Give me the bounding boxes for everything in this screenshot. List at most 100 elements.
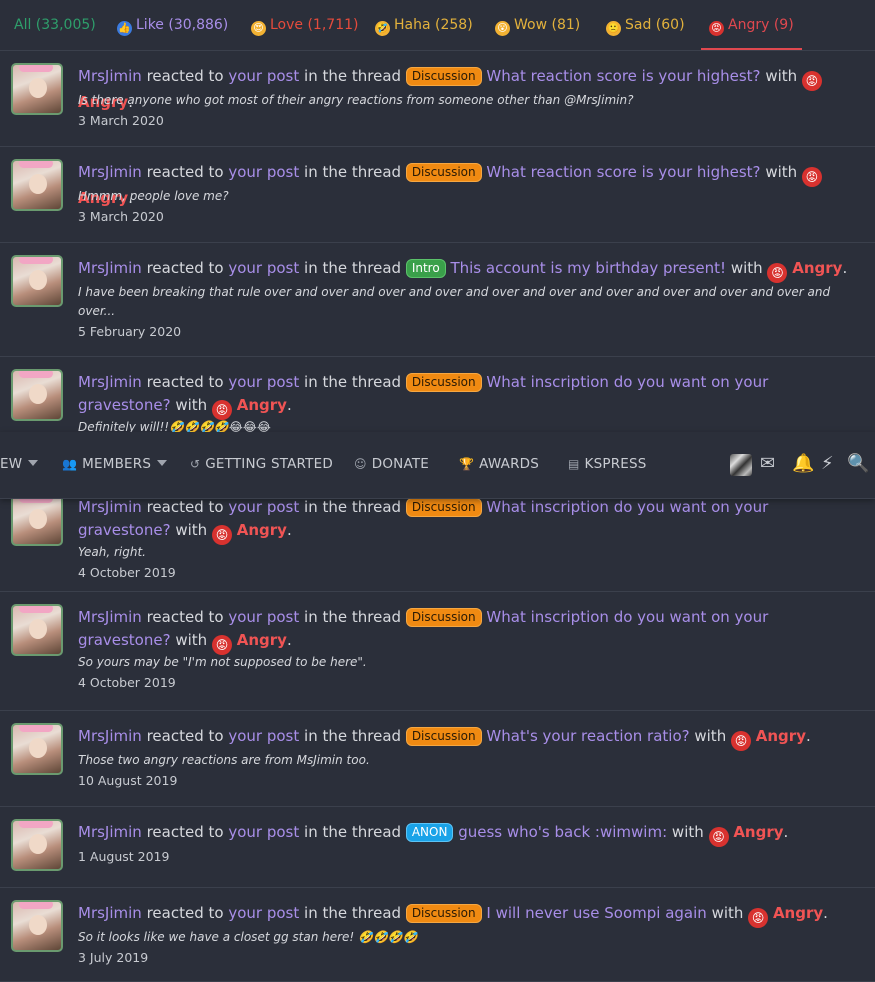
thread-title-link[interactable]: guess who's back :wimwim: — [458, 823, 667, 841]
notification-item[interactable]: MrsJimin reacted to your post in the thr… — [0, 147, 875, 243]
tab-haha[interactable]: 🤣 Haha (258) — [375, 0, 473, 50]
user-avatar[interactable] — [11, 604, 63, 656]
user-avatar[interactable] — [730, 454, 752, 476]
user-avatar[interactable] — [11, 723, 63, 775]
user-avatar[interactable] — [11, 159, 63, 211]
notification-text: MrsJimin reacted to your post in the thr… — [78, 821, 863, 847]
your-post-link[interactable]: your post — [228, 373, 299, 391]
period: . — [286, 396, 292, 414]
thread-prefix-badge[interactable]: ANON — [405, 823, 454, 842]
notification-item[interactable]: MrsJimin reacted to your post in the thr… — [0, 592, 875, 711]
tab-sad[interactable]: 🙁 Sad (60) — [606, 0, 685, 50]
search-icon[interactable]: 🔍 — [847, 453, 869, 475]
whats-new-icon[interactable]: ⚡ — [821, 453, 834, 475]
nav-label: GETTING STARTED — [205, 456, 333, 472]
user-avatar[interactable] — [11, 819, 63, 871]
username-link[interactable]: MrsJimin — [78, 373, 142, 391]
period: . — [783, 823, 789, 841]
user-avatar[interactable] — [11, 369, 63, 421]
username-link[interactable]: MrsJimin — [78, 67, 142, 85]
notification-item[interactable]: MrsJimin reacted to your post in the thr… — [0, 807, 875, 888]
chevron-down-icon[interactable] — [157, 460, 168, 466]
your-post-link[interactable]: your post — [228, 259, 299, 277]
notification-date: 1 August 2019 — [78, 849, 170, 864]
user-avatar[interactable] — [11, 494, 63, 546]
tab-all[interactable]: All (33,005) — [14, 0, 96, 50]
reacted-to-text: reacted to — [146, 259, 224, 277]
username-link[interactable]: MrsJimin — [78, 608, 142, 626]
your-post-link[interactable]: your post — [228, 498, 299, 516]
chevron-down-icon[interactable] — [28, 460, 39, 466]
thread-prefix-badge[interactable]: Discussion — [405, 904, 482, 923]
notification-item[interactable]: MrsJimin reacted to your post in the thr… — [0, 51, 875, 147]
post-snippet: I have been breaking that rule over and … — [78, 285, 831, 318]
thread-title-link[interactable]: What reaction score is your highest? — [486, 67, 760, 85]
with-text: with — [730, 259, 763, 277]
avatar-face — [29, 509, 47, 529]
nav-donate[interactable]: ☺ DONATE — [354, 456, 429, 472]
alerts-bell-icon[interactable]: 🔔 — [792, 453, 814, 475]
thread-prefix-badge[interactable]: Discussion — [405, 727, 482, 746]
reaction-name: Angry — [733, 823, 784, 841]
username-link[interactable]: MrsJimin — [78, 498, 142, 516]
your-post-link[interactable]: your post — [228, 163, 299, 181]
in-thread-text: in the thread — [304, 259, 402, 277]
reacted-to-text: reacted to — [146, 727, 224, 745]
with-text: with — [694, 727, 727, 745]
username-link[interactable]: MrsJimin — [78, 163, 142, 181]
thread-prefix-badge[interactable]: Discussion — [405, 373, 482, 392]
user-avatar[interactable] — [11, 900, 63, 952]
thread-prefix-badge[interactable]: Discussion — [405, 608, 482, 627]
trophy-icon: 🏆 — [459, 457, 475, 471]
tab-love[interactable]: 😍 Love (1,711) — [251, 0, 358, 50]
reaction-name: Angry — [236, 396, 287, 414]
angry-icon: 😡 — [211, 635, 232, 655]
notification-item[interactable]: MrsJimin reacted to your post in the thr… — [0, 711, 875, 807]
thread-title-link[interactable]: I will never use Soompi again — [486, 904, 706, 922]
reacted-to-text: reacted to — [146, 163, 224, 181]
user-avatar[interactable] — [11, 255, 63, 307]
username-link[interactable]: MrsJimin — [78, 259, 142, 277]
in-thread-text: in the thread — [304, 163, 402, 181]
angry-icon: 😡 — [767, 263, 788, 283]
username-link[interactable]: MrsJimin — [78, 823, 142, 841]
thread-title-link[interactable]: What reaction score is your highest? — [486, 163, 760, 181]
angry-icon: 😡 — [801, 167, 822, 187]
notification-item[interactable]: MrsJimin reacted to your post in the thr… — [0, 243, 875, 357]
inbox-icon[interactable]: ✉ — [760, 453, 775, 475]
avatar-flower-crown — [19, 65, 53, 72]
your-post-link[interactable]: your post — [228, 67, 299, 85]
avatar-flower-crown — [19, 161, 53, 168]
nav-awards[interactable]: 🏆 AWARDS — [459, 456, 539, 472]
period: . — [823, 904, 828, 922]
your-post-link[interactable]: your post — [228, 608, 299, 626]
reaction-filter-tabs: All (33,005) 👍 Like (30,886) 😍 Love (1,711) 🤣… — [0, 0, 875, 51]
thread-title-link[interactable]: This account is my birthday present! — [450, 259, 726, 277]
your-post-link[interactable]: your post — [228, 904, 299, 922]
tab-like[interactable]: 👍 Like (30,886) — [117, 0, 228, 50]
nav-kspress[interactable]: ▤ KSPRESS — [568, 456, 647, 472]
angry-icon: 😡 — [801, 71, 822, 91]
nav-members[interactable]: 👥 MEMBERS — [62, 456, 168, 472]
post-snippet: Yeah, right. — [78, 545, 146, 559]
tab-wow[interactable]: 😮 Wow (81) — [495, 0, 580, 50]
thread-prefix-badge[interactable]: Intro — [405, 259, 446, 278]
nav-ew[interactable]: EW — [0, 456, 39, 472]
notification-date: 4 October 2019 — [78, 565, 176, 580]
members-icon: 👥 — [62, 457, 78, 471]
username-link[interactable]: MrsJimin — [78, 727, 142, 745]
thread-prefix-badge[interactable]: Discussion — [405, 498, 482, 517]
notification-item[interactable]: MrsJimin reacted to your post in the thr… — [0, 888, 875, 982]
wow-icon: 😮 — [495, 21, 510, 36]
your-post-link[interactable]: your post — [228, 727, 299, 745]
kspress-icon: ▤ — [568, 457, 580, 471]
with-text: with — [175, 631, 208, 649]
thread-prefix-badge[interactable]: Discussion — [405, 163, 482, 182]
tab-angry[interactable]: 😡 Angry (9) — [701, 0, 802, 50]
thread-prefix-badge[interactable]: Discussion — [405, 67, 482, 86]
username-link[interactable]: MrsJimin — [78, 904, 142, 922]
your-post-link[interactable]: your post — [228, 823, 299, 841]
user-avatar[interactable] — [11, 63, 63, 115]
nav-getting-started[interactable]: ↺ GETTING STARTED — [190, 456, 333, 472]
thread-title-link[interactable]: What's your reaction ratio? — [486, 727, 689, 745]
